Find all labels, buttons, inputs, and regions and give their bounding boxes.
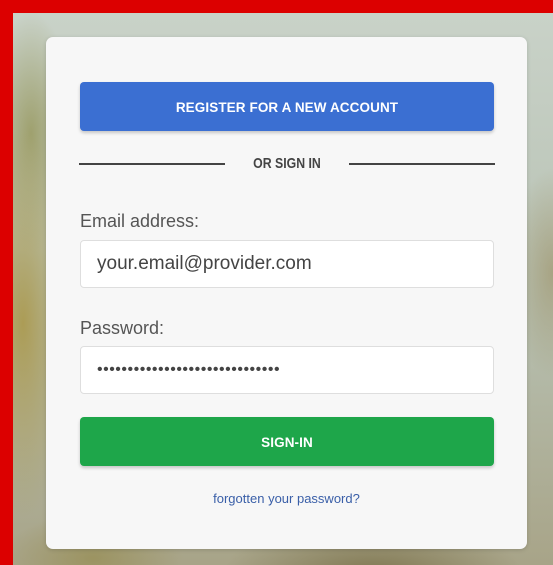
forgot-password-link[interactable]: forgotten your password? (46, 491, 527, 506)
email-label: Email address: (80, 211, 200, 231)
email-field[interactable] (80, 240, 494, 288)
screen: REGISTER FOR A NEW ACCOUNT OR SIGN IN Em… (0, 0, 553, 565)
divider-line-right (349, 163, 495, 165)
or-sign-in-divider: OR SIGN IN (79, 153, 495, 175)
register-button[interactable]: REGISTER FOR A NEW ACCOUNT (80, 82, 494, 131)
sign-in-button[interactable]: SIGN-IN (80, 417, 494, 466)
password-label: Password: (80, 318, 165, 338)
login-card: REGISTER FOR A NEW ACCOUNT OR SIGN IN Em… (46, 37, 527, 549)
password-field[interactable] (80, 346, 494, 394)
